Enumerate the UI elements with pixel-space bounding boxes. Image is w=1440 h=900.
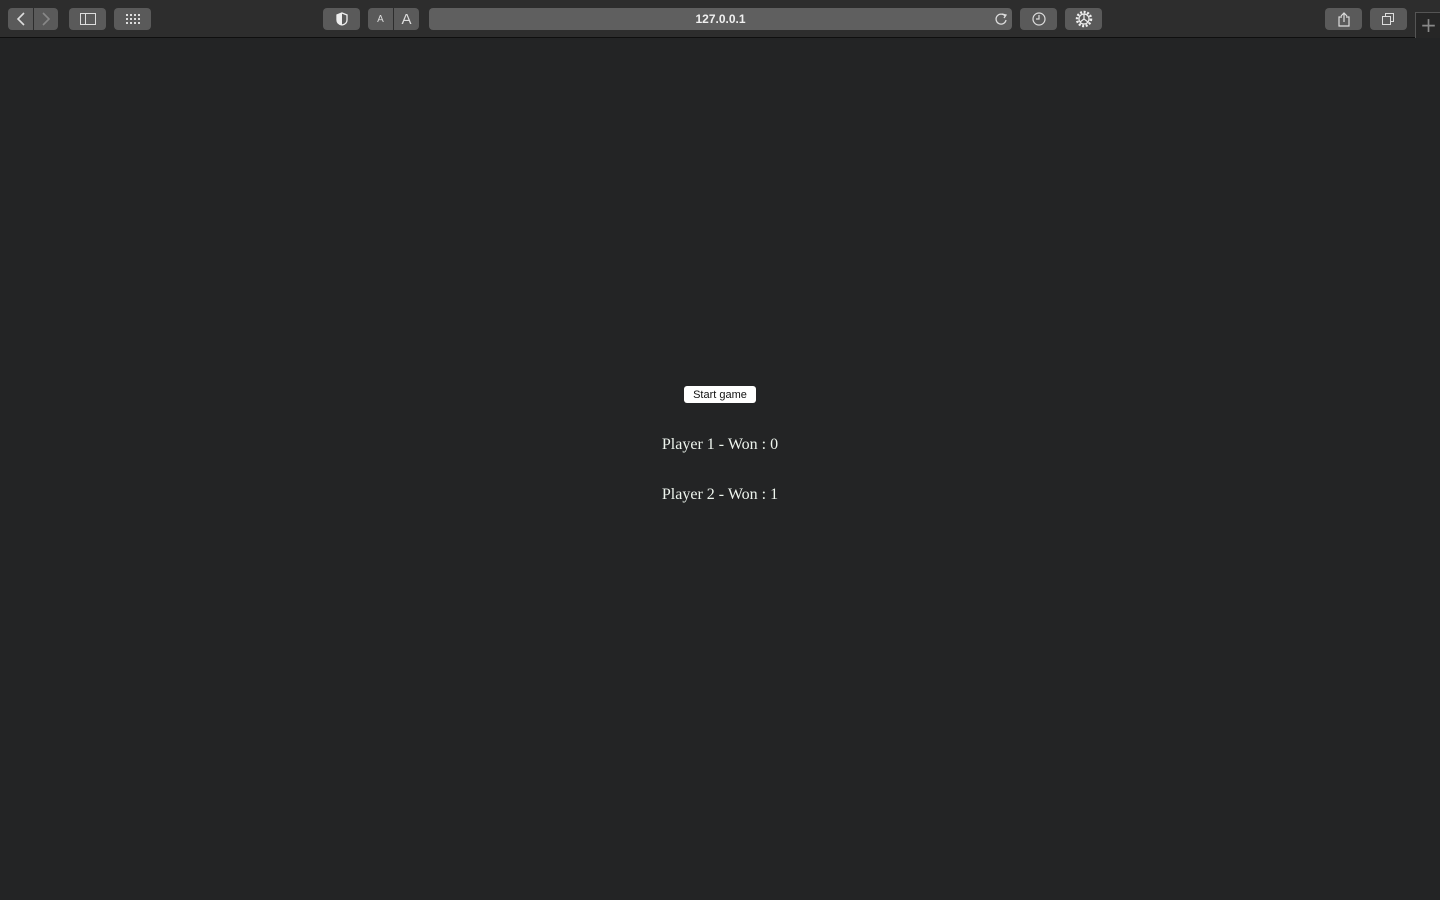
privacy-button[interactable] xyxy=(323,8,360,30)
plus-icon: + xyxy=(1420,13,1437,37)
sidebar-button[interactable] xyxy=(69,8,106,30)
chevron-right-icon xyxy=(42,12,51,26)
history-button[interactable] xyxy=(1020,8,1057,30)
chevron-left-icon xyxy=(16,12,25,26)
tabs-icon xyxy=(1382,12,1394,25)
shield-icon xyxy=(335,12,348,26)
share-button[interactable] xyxy=(1325,8,1362,30)
share-icon xyxy=(1337,11,1350,27)
page-content: Start game Player 1 - Won : 0 Player 2 -… xyxy=(0,38,1440,900)
tab-overview-button[interactable] xyxy=(114,8,151,30)
text-smaller-button[interactable]: A xyxy=(368,8,393,30)
back-button[interactable] xyxy=(8,8,33,30)
forward-button[interactable] xyxy=(34,8,58,30)
url-text: 127.0.0.1 xyxy=(695,12,746,26)
new-tab-button[interactable]: + xyxy=(1415,12,1440,38)
player-2-score: Player 2 - Won : 1 xyxy=(661,486,779,503)
clock-icon xyxy=(1031,12,1046,26)
settings-button[interactable] xyxy=(1065,8,1102,30)
start-game-button[interactable]: Start game xyxy=(684,386,756,403)
sidebar-icon xyxy=(79,13,96,25)
address-bar[interactable]: 127.0.0.1 xyxy=(429,8,1012,30)
text-larger-icon: A xyxy=(401,10,412,28)
text-larger-button[interactable]: A xyxy=(394,8,419,30)
gear-icon xyxy=(1075,10,1092,28)
show-tabs-button[interactable] xyxy=(1370,8,1407,30)
reload-icon[interactable] xyxy=(994,12,1008,26)
browser-toolbar: A A 127.0.0.1 + xyxy=(0,0,1440,38)
text-smaller-icon: A xyxy=(377,13,384,25)
player-1-score: Player 1 - Won : 0 xyxy=(661,436,779,453)
grid-icon xyxy=(125,14,140,24)
